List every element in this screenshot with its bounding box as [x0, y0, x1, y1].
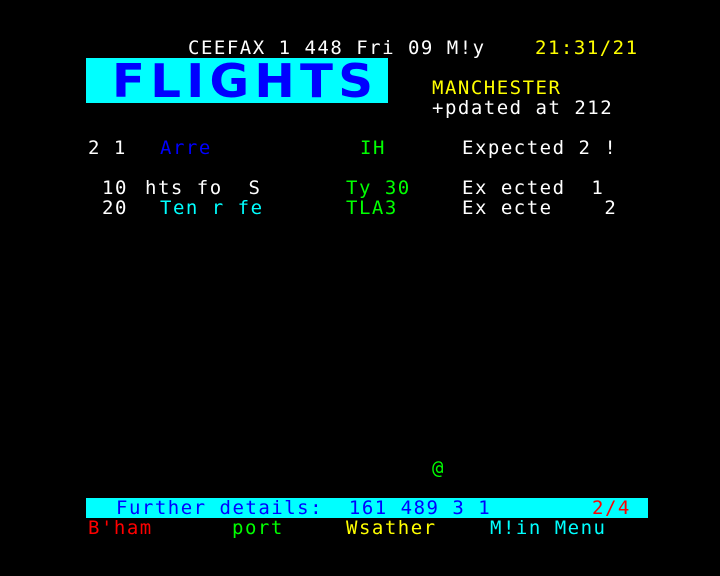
row-1-number: 10: [102, 177, 128, 199]
row-1-status: Ex ected 1: [462, 177, 605, 199]
fastext-green-link[interactable]: port: [232, 518, 284, 538]
updated-time: +pdated at 212: [432, 97, 614, 119]
row-1-destination: hts fo S: [145, 177, 262, 199]
airport-name: MANCHESTER: [432, 77, 562, 99]
row-2-destination: Ten r fe: [160, 197, 264, 219]
row-2-flight: TLA3: [346, 197, 398, 219]
row-2-number: 20: [102, 197, 128, 219]
page-title-graphic: FLIGHTS: [112, 54, 379, 108]
clock: 21:31/21: [535, 37, 639, 59]
column-code: IH: [360, 137, 386, 159]
stray-character: @: [432, 457, 445, 479]
fastext-cyan-link[interactable]: M!in Menu: [490, 518, 606, 538]
row-1-flight: Ty 30: [346, 177, 411, 199]
further-details-text: Further details: 161 489 3 1: [116, 497, 492, 519]
column-destination: Arre: [160, 137, 212, 159]
row-2-status: Ex ecte 2: [462, 197, 618, 219]
fastext-yellow-link[interactable]: Wsather: [346, 518, 437, 538]
column-date: 2 1: [88, 137, 127, 159]
fastext-red-link[interactable]: B'ham: [88, 518, 153, 538]
subpage-counter: 2/4: [592, 497, 631, 519]
teletext-screen: CEEFAX 1 448 Fri 09 M!y 21:31/21 FLIGHTS…: [0, 0, 720, 576]
title-banner: FLIGHTS: [86, 54, 388, 108]
column-status: Expected 2 !: [462, 137, 618, 159]
